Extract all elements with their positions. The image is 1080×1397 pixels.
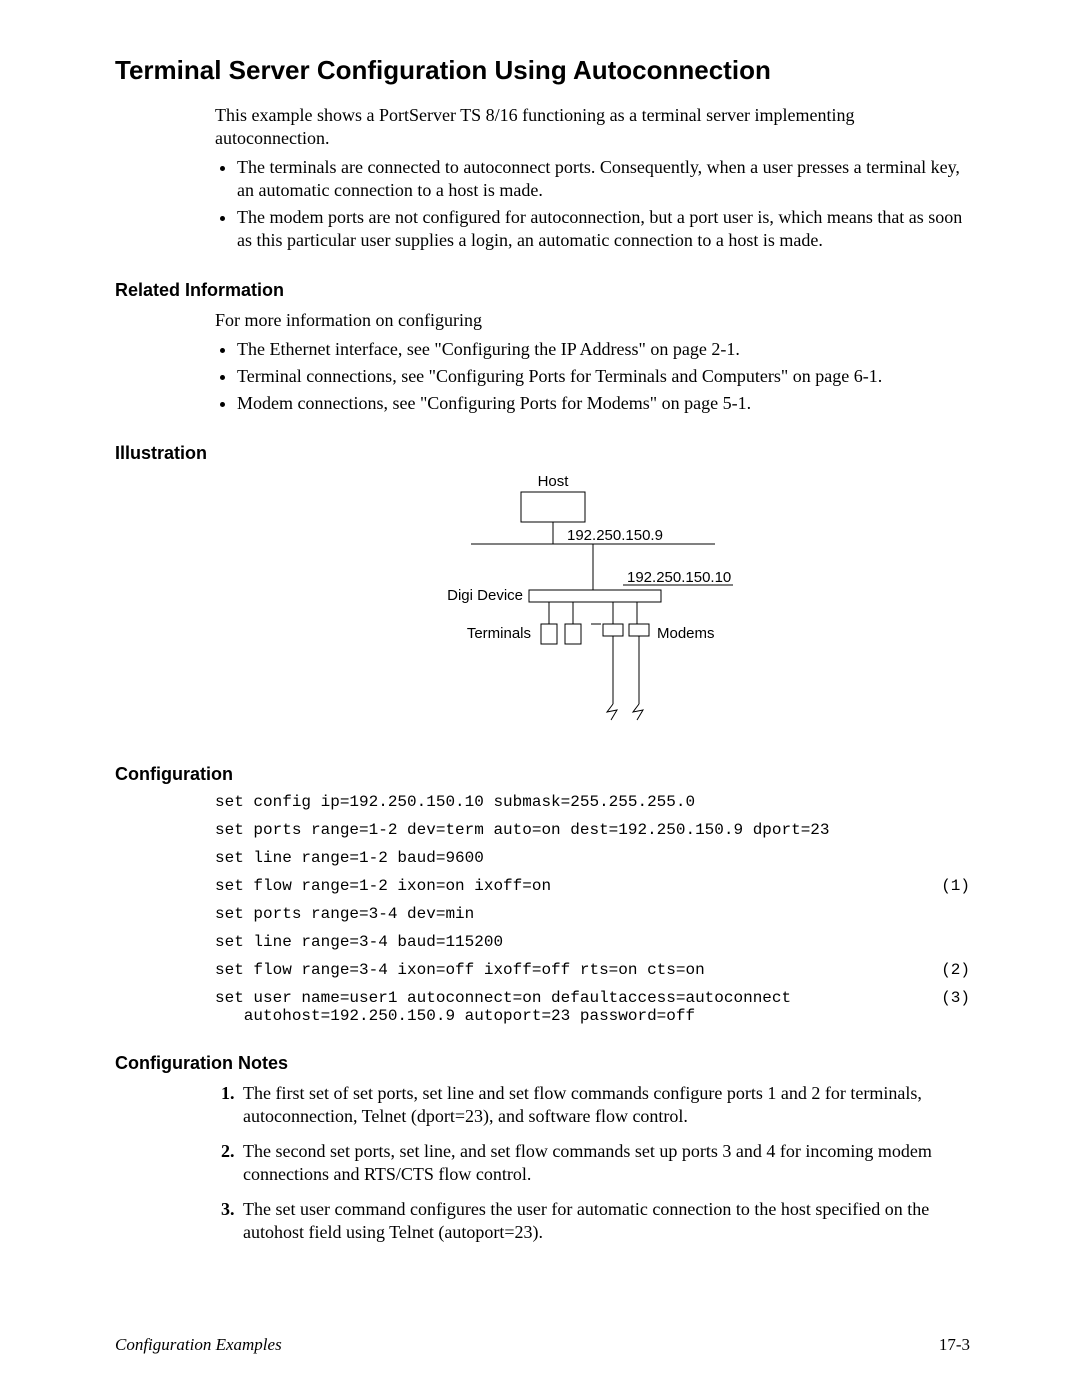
configuration-heading: Configuration	[115, 764, 970, 785]
related-heading: Related Information	[115, 280, 970, 301]
intro-paragraph: This example shows a PortServer TS 8/16 …	[215, 104, 970, 150]
config-note-item: The second set ports, set line, and set …	[239, 1140, 970, 1186]
code-line: set ports range=1-2 dev=term auto=on des…	[215, 821, 970, 839]
intro-bullets: The terminals are connected to autoconne…	[215, 156, 970, 252]
config-notes-block: The first set of set ports, set line and…	[215, 1082, 970, 1244]
illustration-block: Host 192.250.150.9 192.250.150.10 Digi D…	[215, 472, 970, 736]
footer-left: Configuration Examples	[115, 1335, 282, 1355]
page-footer: Configuration Examples 17-3	[115, 1335, 970, 1355]
host-ip-label: 192.250.150.9	[567, 527, 663, 544]
page: Terminal Server Configuration Using Auto…	[0, 0, 1080, 1397]
related-item: Modem connections, see "Configuring Port…	[237, 392, 970, 415]
code-line: set ports range=3-4 dev=min	[215, 905, 970, 923]
intro-bullet: The terminals are connected to autoconne…	[237, 156, 970, 202]
config-notes-heading: Configuration Notes	[115, 1053, 970, 1074]
configuration-code: set config ip=192.250.150.10 submask=255…	[215, 793, 970, 1025]
related-item: The Ethernet interface, see "Configuring…	[237, 338, 970, 361]
digi-ip-label: 192.250.150.10	[627, 569, 731, 586]
code-line: set line range=3-4 baud=115200	[215, 933, 970, 951]
related-list: The Ethernet interface, see "Configuring…	[215, 338, 970, 415]
illustration-heading: Illustration	[115, 443, 970, 464]
digi-device-label: Digi Device	[447, 587, 523, 604]
modems-label: Modems	[657, 625, 715, 642]
code-line: set user name=user1 autoconnect=on defau…	[215, 989, 970, 1025]
host-label: Host	[537, 473, 569, 490]
code-line: set config ip=192.250.150.10 submask=255…	[215, 793, 970, 811]
intro-bullet: The modem ports are not configured for a…	[237, 206, 970, 252]
config-notes-list: The first set of set ports, set line and…	[215, 1082, 970, 1244]
code-line: set flow range=3-4 ixon=off ixoff=off rt…	[215, 961, 970, 979]
code-line: set line range=1-2 baud=9600	[215, 849, 970, 867]
config-note-item: The first set of set ports, set line and…	[239, 1082, 970, 1128]
related-lead: For more information on configuring	[215, 309, 970, 332]
related-block: For more information on configuring The …	[215, 309, 970, 415]
page-title: Terminal Server Configuration Using Auto…	[115, 55, 970, 86]
config-note-item: The set user command configures the user…	[239, 1198, 970, 1244]
related-item: Terminal connections, see "Configuring P…	[237, 365, 970, 388]
network-diagram: Host 192.250.150.9 192.250.150.10 Digi D…	[413, 472, 773, 736]
footer-right: 17-3	[939, 1335, 970, 1355]
code-line: set flow range=1-2 ixon=on ixoff=on(1)	[215, 877, 970, 895]
intro-block: This example shows a PortServer TS 8/16 …	[215, 104, 970, 252]
terminals-label: Terminals	[466, 625, 530, 642]
